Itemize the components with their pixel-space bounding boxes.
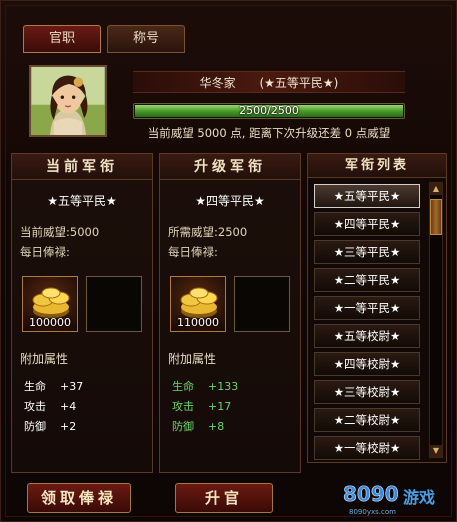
prestige-progress-text: 2500/2500 — [239, 104, 299, 117]
rank-list-item[interactable]: ★五等校尉★ — [314, 324, 420, 348]
current-rank-header: 当前军衔 — [12, 154, 152, 180]
player-name: 华冬家 — [199, 76, 236, 90]
tab-title[interactable]: 称号 — [107, 25, 185, 53]
upgrade-salary-qty: 110000 — [177, 316, 219, 329]
rank-list-item[interactable]: ★五等平民★ — [314, 184, 420, 208]
upgrade-attr-header: 附加属性 — [168, 352, 217, 366]
attr-value: +17 — [208, 400, 232, 413]
rank-list-item[interactable]: ★一等平民★ — [314, 296, 420, 320]
current-rank-panel: 当前军衔 ★五等平民★ 当前威望:5000 每日俸禄: 100000 附加属性 … — [11, 153, 153, 473]
current-rank-title: ★五等平民★ — [47, 194, 117, 208]
attr-label: 防御 — [172, 420, 194, 433]
logo-url: 8090yxs.com — [349, 508, 396, 516]
current-attr-header: 附加属性 — [20, 352, 69, 366]
current-prestige: 当前威望:5000 — [20, 225, 100, 239]
promote-button[interactable]: 升官 — [175, 483, 273, 513]
claim-salary-button[interactable]: 领取俸禄 — [27, 483, 131, 513]
logo-tag: 游戏 — [403, 488, 435, 507]
rank-list-item[interactable]: ★三等平民★ — [314, 240, 420, 264]
rank-list-item[interactable]: ★三等校尉★ — [314, 380, 420, 404]
current-empty-slot — [86, 276, 142, 332]
attr-label: 生命 — [172, 380, 194, 393]
attr-label: 攻击 — [172, 400, 194, 413]
upgrade-salary-coin-slot: 110000 — [170, 276, 226, 332]
prestige-status: 当前威望 5000 点, 距离下次升级还差 0 点威望 — [147, 126, 391, 140]
rank-list-header: 军衔列表 — [308, 154, 446, 178]
scroll-up-icon[interactable]: ▲ — [430, 183, 442, 195]
current-attr-hp: 生命 +37 — [24, 378, 83, 394]
character-portrait-icon — [31, 67, 105, 135]
player-name-bar: 华冬家 (★五等平民★) — [133, 71, 405, 93]
attr-value: +133 — [208, 380, 239, 393]
avatar — [29, 65, 107, 137]
current-salary-label: 每日俸禄: — [20, 245, 70, 259]
player-rank: (★五等平民★) — [259, 76, 339, 90]
current-attr-attack: 攻击 +4 — [24, 398, 76, 414]
upgrade-rank-panel: 升级军衔 ★四等平民★ 所需威望:2500 每日俸禄: 110000 附加属性 … — [159, 153, 301, 473]
attr-value: +37 — [60, 380, 84, 393]
prestige-progress-bar: 2500/2500 — [133, 103, 405, 119]
attr-label: 攻击 — [24, 400, 46, 413]
8090-logo: 8090 游戏 8090yxs.com — [341, 477, 451, 517]
rank-list-scrollbar[interactable]: ▲ ▼ — [429, 182, 443, 458]
rank-window: 官职 称号 华冬家 (★五等平民★) 2500/2500 当前威望 5000 点… — [0, 0, 457, 522]
rank-list-item[interactable]: ★四等平民★ — [314, 212, 420, 236]
attr-value: +2 — [60, 420, 77, 433]
current-salary-coin-slot: 100000 — [22, 276, 78, 332]
rank-list-item[interactable]: ★二等校尉★ — [314, 408, 420, 432]
upgrade-attr-hp: 生命 +133 — [172, 378, 238, 394]
current-attr-defense: 防御 +2 — [24, 418, 76, 434]
upgrade-attr-defense: 防御 +8 — [172, 418, 224, 434]
rank-list-item[interactable]: ★二等平民★ — [314, 268, 420, 292]
attr-label: 防御 — [24, 420, 46, 433]
attr-label: 生命 — [24, 380, 46, 393]
attr-value: +4 — [60, 400, 77, 413]
upgrade-prestige: 所需威望:2500 — [168, 225, 248, 239]
scroll-down-icon[interactable]: ▼ — [430, 445, 442, 457]
tab-official-rank[interactable]: 官职 — [23, 25, 101, 53]
rank-list-item[interactable]: ★四等校尉★ — [314, 352, 420, 376]
rank-list-panel: 军衔列表 ▲ ▼ ★五等平民★ ★四等平民★ ★三等平民★ ★二等平民★ ★一等平民★ ★… — [307, 153, 447, 463]
current-salary-qty: 100000 — [29, 316, 71, 329]
upgrade-attr-attack: 攻击 +17 — [172, 398, 231, 414]
upgrade-empty-slot — [234, 276, 290, 332]
rank-list-item[interactable]: ★一等校尉★ — [314, 436, 420, 460]
upgrade-rank-title: ★四等平民★ — [195, 194, 265, 208]
logo-main: 8090 — [343, 482, 399, 506]
scroll-thumb[interactable] — [430, 199, 442, 235]
upgrade-rank-header: 升级军衔 — [160, 154, 300, 180]
attr-value: +8 — [208, 420, 225, 433]
upgrade-salary-label: 每日俸禄: — [168, 245, 218, 259]
